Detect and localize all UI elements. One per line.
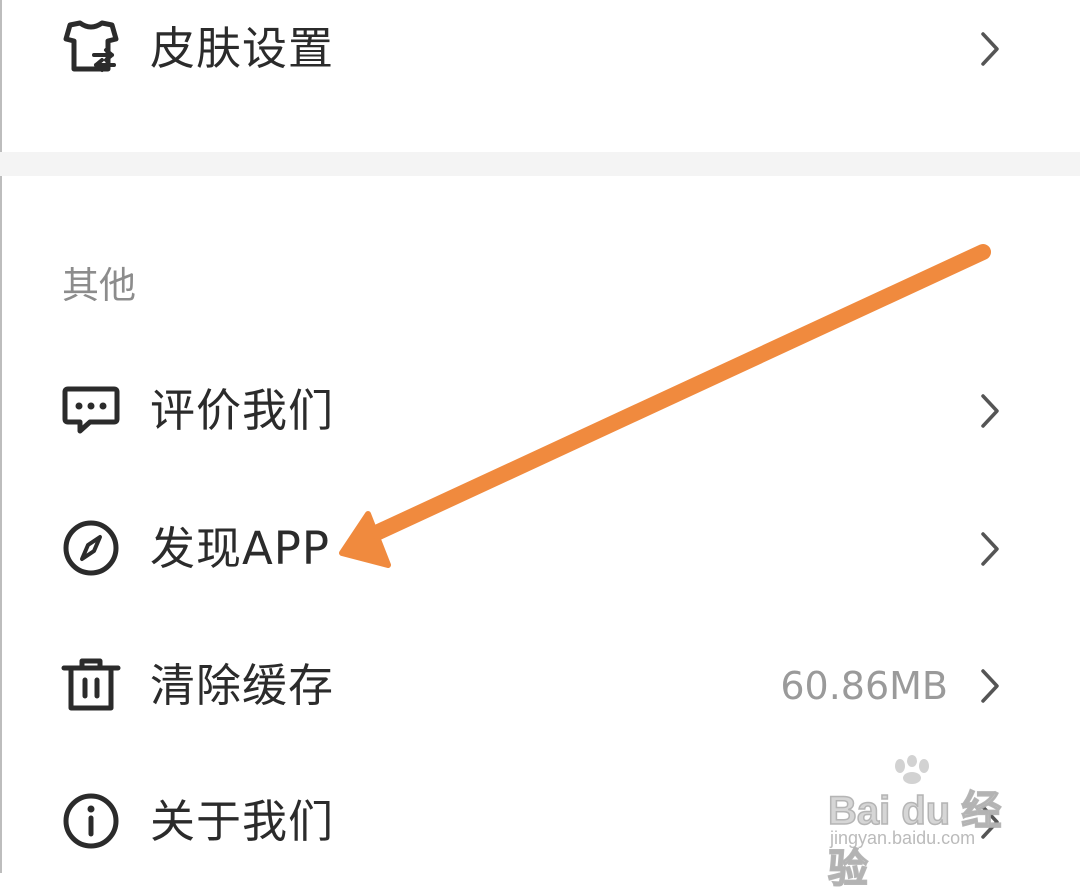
clear-cache-label: 清除缓存 <box>150 659 335 712</box>
cache-size-value: 60.86MB <box>780 664 948 708</box>
settings-row-rate-us[interactable]: 评价我们 <box>0 356 1080 466</box>
discover-app-label: 发现APP <box>150 522 331 575</box>
section-divider <box>0 152 1080 176</box>
settings-row-skin[interactable]: 皮肤设置 <box>0 0 1080 104</box>
baidu-watermark: Bai du 经验 jingyan.baidu.com <box>827 752 1038 892</box>
info-icon <box>63 793 119 849</box>
section-title-other: 其他 <box>62 264 136 307</box>
skin-settings-label: 皮肤设置 <box>150 22 335 75</box>
chevron-right-icon <box>981 394 999 428</box>
watermark-url: jingyan.baidu.com <box>830 828 976 848</box>
chevron-right-icon <box>981 32 999 66</box>
chevron-right-icon <box>981 669 999 703</box>
settings-row-clear-cache[interactable]: 清除缓存 60.86MB <box>0 631 1080 741</box>
trash-icon <box>61 658 121 711</box>
rate-us-label: 评价我们 <box>150 384 335 437</box>
chevron-right-icon <box>981 532 999 566</box>
tshirt-icon <box>63 20 119 72</box>
settings-row-discover-app[interactable]: 发现APP <box>0 494 1080 604</box>
message-icon <box>62 386 120 434</box>
compass-icon <box>63 520 119 576</box>
about-us-label: 关于我们 <box>150 795 335 848</box>
